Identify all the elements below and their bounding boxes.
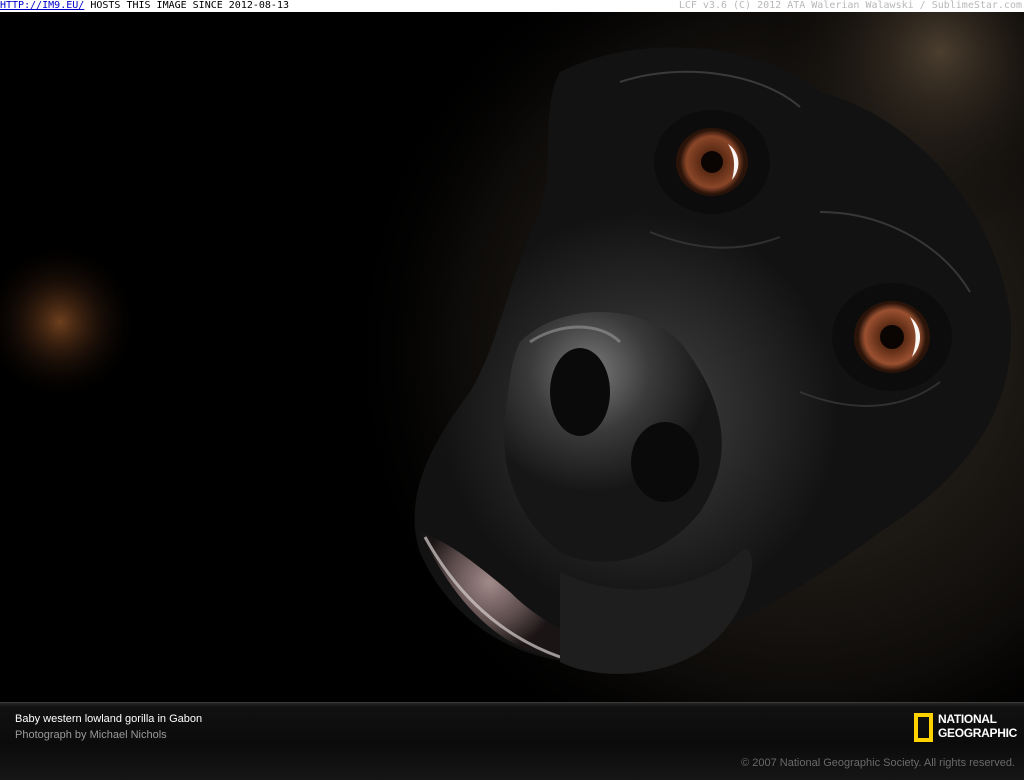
host-banner: HTTP://IM9.EU/ HOSTS THIS IMAGE SINCE 20… (0, 0, 1024, 12)
caption-bar: Baby western lowland gorilla in Gabon Ph… (0, 702, 1024, 780)
host-banner-text: HOSTS THIS IMAGE SINCE 2012-08-13 (84, 0, 289, 11)
credits-text: LCF v3.6 (C) 2012 ATA Walerian Walawski … (678, 0, 1022, 11)
gorilla-photo (0, 12, 1024, 702)
logo-wordmark: NATIONAL GEOGRAPHIC (938, 712, 1017, 740)
photo-credit: Photograph by Michael Nichols (15, 729, 167, 741)
copyright-notice: © 2007 National Geographic Society. All … (741, 757, 1015, 769)
host-link[interactable]: HTTP://IM9.EU/ (0, 0, 84, 11)
host-banner-left: HTTP://IM9.EU/ HOSTS THIS IMAGE SINCE 20… (0, 0, 289, 12)
photo-title: Baby western lowland gorilla in Gabon (15, 713, 203, 725)
logo-line-2: GEOGRAPHIC (938, 726, 1018, 740)
logo-line-1: NATIONAL (938, 712, 997, 726)
national-geographic-logo: NATIONAL GEOGRAPHIC (914, 712, 1018, 744)
yellow-frame-icon (914, 713, 933, 742)
